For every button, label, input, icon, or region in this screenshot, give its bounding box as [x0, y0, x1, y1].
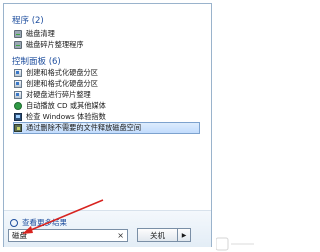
arrowhead-icon — [22, 226, 33, 234]
arrow-line — [25, 199, 104, 233]
watermark-logo — [216, 237, 254, 251]
annotation-arrow — [22, 199, 104, 234]
